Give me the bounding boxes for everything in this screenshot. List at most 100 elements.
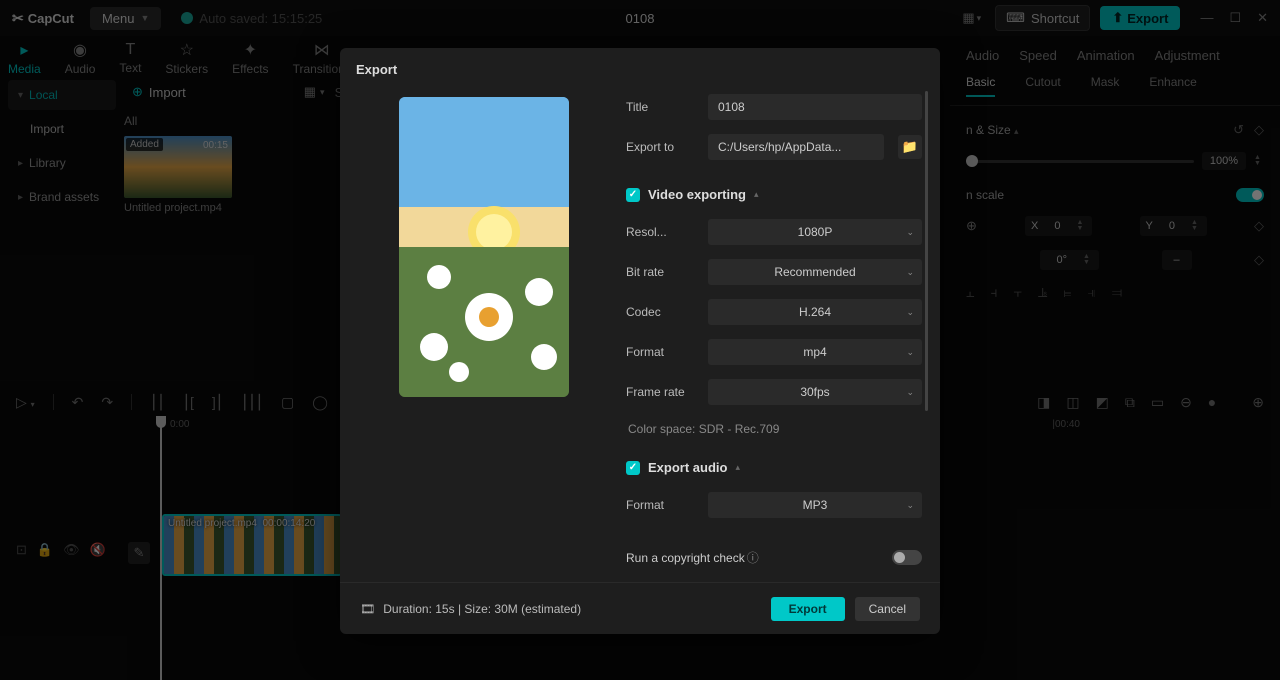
tab-effects[interactable]: ✦Effects — [232, 40, 268, 76]
track-lock-icon[interactable]: 🔒 — [37, 542, 53, 558]
menu-button[interactable]: Menu ▼ — [90, 7, 161, 30]
sidebar-item-brand-assets[interactable]: ▸Brand assets — [8, 182, 116, 212]
tl-tool-d[interactable]: ⧉ — [1125, 394, 1135, 411]
right-tab-animation[interactable]: Animation — [1077, 48, 1135, 63]
align-bottom-icon[interactable]: ⫣ — [1087, 284, 1095, 301]
chevron-down-icon: ⌄ — [906, 387, 914, 398]
zoom-in-icon[interactable]: ⊕ — [1252, 394, 1264, 411]
reset-icon[interactable]: ↺ — [1233, 122, 1244, 138]
chevron-down-icon: ⌄ — [906, 307, 914, 318]
keyframe-icon[interactable]: ◇ — [1254, 122, 1264, 138]
import-button[interactable]: ⊕ Import — [124, 80, 194, 104]
timeline-clip[interactable]: Untitled project.mp4 00:00:14:20 — [162, 514, 342, 576]
keyboard-icon: ⌨ — [1006, 10, 1025, 26]
tool6-icon[interactable]: ◯ — [312, 394, 328, 411]
chevron-up-icon[interactable]: ▴ — [754, 189, 759, 200]
info-icon[interactable]: ⓘ — [747, 549, 759, 566]
audio-icon: ◉ — [73, 40, 87, 60]
media-thumbnail[interactable]: Added 00:15 Untitled project.mp4 — [124, 136, 232, 214]
undo-button[interactable]: ↶ — [72, 394, 84, 411]
subtab-basic[interactable]: Basic — [966, 75, 995, 97]
align-right-icon[interactable]: ⫟ — [1013, 284, 1021, 301]
maximize-button[interactable]: ☐ — [1229, 10, 1241, 26]
resolution-label: Resol... — [626, 225, 698, 239]
align-top-icon[interactable]: ⫡ — [1038, 284, 1047, 301]
sidebar-item-local[interactable]: ▾Local — [8, 80, 116, 110]
tab-stickers[interactable]: ☆Stickers — [165, 40, 208, 76]
format-label: Format — [626, 345, 698, 359]
right-tab-audio[interactable]: Audio — [966, 48, 999, 63]
chevron-down-icon: ⌄ — [906, 500, 914, 511]
subtab-mask[interactable]: Mask — [1091, 75, 1120, 97]
align-middle-icon[interactable]: ⫢ — [1063, 284, 1071, 301]
view-toggle[interactable]: ▦ ▾ — [304, 84, 325, 100]
tab-media[interactable]: ▸Media — [8, 40, 41, 76]
secondary-input[interactable]: – — [1162, 250, 1192, 270]
rotation-input[interactable]: 0°▲▼ — [1040, 250, 1099, 270]
audio-export-checkbox[interactable]: ✓ — [626, 461, 640, 475]
track-visibility-icon[interactable]: 👁 — [63, 542, 80, 558]
redo-button[interactable]: ↷ — [101, 394, 113, 411]
audio-format-label: Format — [626, 498, 698, 512]
codec-select[interactable]: H.264⌄ — [708, 299, 922, 325]
shortcut-button[interactable]: ⌨ Shortcut — [995, 5, 1090, 31]
track-mute-icon[interactable]: 🔇 — [90, 542, 106, 558]
pointer-tool[interactable]: ▷ ▾ — [16, 394, 35, 411]
right-tab-speed[interactable]: Speed — [1019, 48, 1057, 63]
track-record-icon[interactable]: ⊡ — [16, 542, 27, 558]
tl-tool-e[interactable]: ▭ — [1151, 394, 1164, 411]
scale-slider[interactable] — [966, 160, 1194, 163]
tl-tool-c[interactable]: ◩ — [1096, 394, 1109, 411]
scrollbar[interactable] — [925, 91, 928, 411]
y-input[interactable]: Y0▲▼ — [1140, 216, 1207, 236]
keyframe-icon[interactable]: ◇ — [1254, 218, 1264, 234]
thumb-name: Untitled project.mp4 — [124, 202, 232, 214]
autosave-text: Auto saved: 15:15:25 — [199, 11, 322, 26]
align-center-h-icon[interactable]: ⫞ — [990, 284, 997, 301]
uniform-scale-toggle[interactable] — [1236, 188, 1264, 202]
folder-browse-button[interactable]: 📁 — [898, 135, 922, 159]
sidebar-item-import[interactable]: Import — [8, 114, 116, 144]
position-icon: ⊕ — [966, 218, 978, 234]
tool2-icon[interactable]: ⎮[ — [183, 394, 194, 411]
distribute-icon[interactable]: ⫤ — [1112, 284, 1123, 301]
video-export-checkbox[interactable]: ✓ — [626, 188, 640, 202]
tl-tool-b[interactable]: ◫ — [1066, 394, 1079, 411]
sidebar-item-library[interactable]: ▸Library — [8, 148, 116, 178]
copyright-check-label: Run a copyright checkⓘ — [626, 549, 759, 566]
keyframe-icon[interactable]: ◇ — [1254, 252, 1264, 268]
x-input[interactable]: X0▲▼ — [1025, 216, 1092, 236]
framerate-select[interactable]: 30fps⌄ — [708, 379, 922, 405]
bitrate-select[interactable]: Recommended⌄ — [708, 259, 922, 285]
minimize-button[interactable]: — — [1200, 10, 1213, 26]
copyright-toggle[interactable] — [892, 550, 922, 565]
modal-cancel-button[interactable]: Cancel — [855, 597, 920, 621]
track-edit-button[interactable]: ✎ — [128, 542, 150, 564]
export-path-input[interactable]: C:/Users/hp/AppData... — [708, 134, 884, 160]
chevron-down-icon: ▼ — [140, 13, 149, 23]
tab-text[interactable]: TText — [119, 41, 141, 75]
tool5-icon[interactable]: ▢ — [281, 394, 294, 411]
tool3-icon[interactable]: ]⎮ — [212, 394, 223, 411]
chevron-up-icon[interactable]: ▴ — [735, 462, 740, 473]
zoom-out-icon[interactable]: ⊖ — [1180, 394, 1192, 411]
subtab-cutout[interactable]: Cutout — [1025, 75, 1060, 97]
audio-format-select[interactable]: MP3⌄ — [708, 492, 922, 518]
modal-export-button[interactable]: Export — [771, 597, 845, 621]
close-button[interactable]: ✕ — [1257, 10, 1268, 26]
title-input[interactable]: 0108 — [708, 94, 922, 120]
export-button[interactable]: ⬆ Export — [1100, 6, 1180, 30]
tool4-icon[interactable]: ⎮⎮⎮ — [241, 394, 263, 411]
subtab-enhance[interactable]: Enhance — [1149, 75, 1196, 97]
resolution-select[interactable]: 1080P⌄ — [708, 219, 922, 245]
split-icon[interactable]: ⎮⎮ — [150, 394, 165, 411]
layout-icon[interactable]: ▦ ▾ — [958, 6, 985, 30]
format-select[interactable]: mp4⌄ — [708, 339, 922, 365]
scale-value[interactable]: 100% — [1202, 152, 1246, 170]
tab-audio[interactable]: ◉Audio — [65, 40, 96, 76]
scissors-icon: ✂ — [12, 10, 24, 27]
right-tab-adjustment[interactable]: Adjustment — [1155, 48, 1220, 63]
align-left-icon[interactable]: ⫠ — [966, 284, 974, 301]
zoom-slider-icon[interactable]: ● — [1208, 394, 1216, 411]
tl-tool-a[interactable]: ◨ — [1037, 394, 1050, 411]
